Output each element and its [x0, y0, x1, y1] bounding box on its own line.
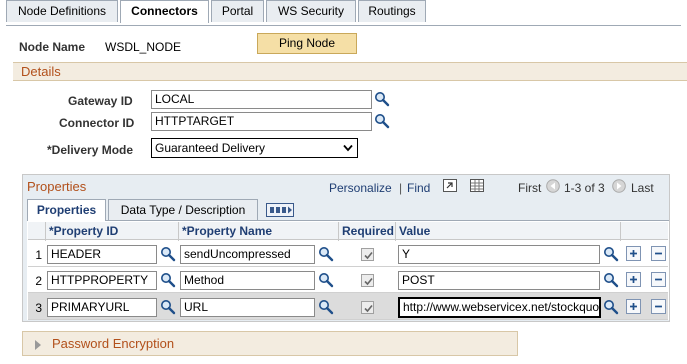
first-label: First: [518, 181, 542, 195]
node-name-label: Node Name: [19, 40, 86, 54]
lookup-magnifier-icon[interactable]: [160, 272, 176, 288]
tab-node-definitions[interactable]: Node Definitions: [6, 0, 118, 22]
properties-grid-title: Properties: [27, 179, 87, 194]
connector-id-label: Connector ID: [59, 116, 135, 130]
col-header-value: Value: [399, 224, 431, 238]
tab-ws-security[interactable]: WS Security: [266, 0, 356, 22]
tab-label: WS Security: [277, 4, 344, 18]
tab-label: Connectors: [131, 4, 198, 18]
property-id-field[interactable]: HEADER: [47, 245, 157, 264]
lookup-magnifier-icon[interactable]: [603, 272, 619, 288]
subtab-label: Properties: [36, 203, 97, 217]
property-id-field[interactable]: HTTPPROPERTY: [47, 271, 157, 290]
delete-row-minus-icon[interactable]: [651, 272, 666, 287]
lookup-magnifier-icon[interactable]: [160, 246, 176, 262]
row-number: 1: [35, 248, 42, 262]
property-id-field[interactable]: PRIMARYURL: [47, 298, 157, 317]
lookup-magnifier-icon[interactable]: [318, 299, 334, 315]
checkmark-icon: [364, 251, 373, 260]
value-field[interactable]: POST: [398, 271, 600, 290]
next-arrow-icon[interactable]: [612, 179, 626, 193]
find-link[interactable]: Find: [407, 181, 430, 195]
tab-label: Node Definitions: [17, 4, 107, 18]
value-field[interactable]: Y: [398, 245, 600, 264]
tab-label: Portal: [221, 4, 254, 18]
tab-connectors[interactable]: Connectors: [120, 0, 209, 23]
lookup-magnifier-icon[interactable]: [374, 91, 390, 107]
row-number: 3: [35, 301, 42, 315]
gateway-id-label: Gateway ID: [68, 94, 133, 108]
connector-id-field[interactable]: HTTPTARGET: [151, 112, 372, 131]
checkmark-icon: [364, 304, 373, 313]
password-encryption-title: Password Encryption: [52, 336, 175, 351]
gateway-id-field[interactable]: LOCAL: [151, 90, 372, 109]
download-grid-icon[interactable]: [470, 179, 484, 192]
tab-routings[interactable]: Routings: [358, 0, 426, 22]
required-checkbox[interactable]: [361, 274, 374, 287]
subtab-label: Data Type / Description: [120, 203, 246, 217]
lookup-magnifier-icon[interactable]: [603, 246, 619, 262]
col-header-property-id: *Property ID: [49, 224, 119, 238]
add-row-plus-icon[interactable]: [626, 272, 641, 287]
delivery-mode-select[interactable]: Guaranteed Delivery: [151, 138, 358, 158]
expand-arrow-icon: [35, 340, 41, 350]
subtab-data-type-description[interactable]: Data Type / Description: [108, 199, 258, 220]
add-row-plus-icon[interactable]: [626, 246, 641, 261]
lookup-magnifier-icon[interactable]: [318, 246, 334, 262]
nav-separator: |: [399, 181, 403, 195]
property-name-field[interactable]: Method: [180, 271, 315, 290]
delete-row-minus-icon[interactable]: [651, 299, 666, 314]
lookup-magnifier-icon[interactable]: [374, 113, 390, 129]
subtab-properties[interactable]: Properties: [27, 199, 106, 221]
checkmark-icon: [364, 277, 373, 286]
lookup-magnifier-icon[interactable]: [160, 299, 176, 315]
tab-label: Routings: [368, 4, 416, 18]
delivery-mode-label: *Delivery Mode: [47, 143, 134, 157]
lookup-magnifier-icon[interactable]: [603, 299, 619, 315]
required-checkbox[interactable]: [361, 301, 374, 314]
personalize-link[interactable]: Personalize: [329, 181, 392, 195]
details-section-header: Details: [13, 62, 687, 81]
delete-row-minus-icon[interactable]: [651, 246, 666, 261]
tab-portal[interactable]: Portal: [211, 0, 264, 22]
required-checkbox[interactable]: [361, 248, 374, 261]
view-all-icon[interactable]: [443, 179, 457, 192]
col-header-property-name: *Property Name: [182, 224, 273, 238]
node-name-value: WSDL_NODE: [105, 40, 182, 54]
delivery-mode-value: Guaranteed Delivery: [155, 141, 266, 155]
property-name-field[interactable]: sendUncompressed: [180, 245, 315, 264]
lookup-magnifier-icon[interactable]: [318, 272, 334, 288]
password-encryption-section[interactable]: Password Encryption: [22, 331, 518, 356]
previous-arrow-icon[interactable]: [546, 179, 560, 193]
add-row-plus-icon[interactable]: [626, 299, 641, 314]
row-number: 2: [35, 274, 42, 288]
tab-baseline: [6, 25, 681, 26]
last-label: Last: [631, 181, 654, 195]
property-name-field[interactable]: URL: [180, 298, 315, 317]
ping-node-button[interactable]: Ping Node: [257, 33, 357, 54]
value-field-focused[interactable]: http://www.webservicex.net/stockquote.as…: [398, 297, 601, 318]
col-header-required: Required: [342, 224, 395, 238]
row-range-label: 1-3 of 3: [564, 181, 605, 195]
show-all-columns-icon[interactable]: [266, 203, 294, 217]
chevron-down-icon: [343, 144, 353, 152]
